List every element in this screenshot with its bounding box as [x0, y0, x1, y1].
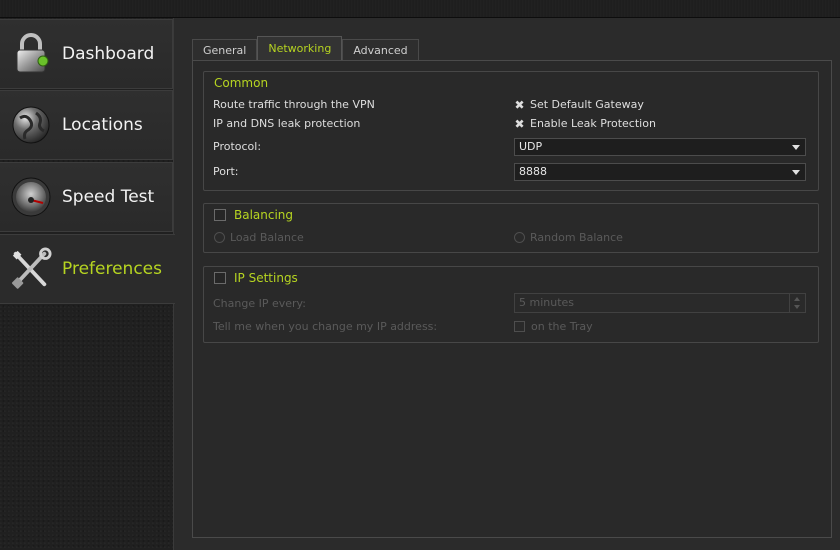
tab-general[interactable]: General	[192, 39, 258, 61]
sidebar-item-dashboard[interactable]: Dashboard	[0, 19, 173, 89]
balancing-title-label: Balancing	[234, 208, 294, 222]
leak-option-label: Enable Leak Protection	[530, 117, 656, 130]
ip-settings-title-label: IP Settings	[234, 271, 298, 285]
radio-icon	[214, 232, 225, 243]
protocol-select[interactable]: UDP	[514, 138, 806, 156]
chevron-down-icon	[792, 145, 800, 150]
spin-buttons[interactable]	[789, 294, 805, 312]
check-icon: ✖	[514, 97, 525, 112]
chevron-up-icon	[794, 297, 800, 301]
speedometer-icon	[10, 176, 52, 218]
change-ip-value: 5 minutes	[519, 296, 575, 309]
balancing-title: Balancing	[214, 208, 293, 222]
tab-advanced[interactable]: Advanced	[342, 39, 419, 61]
tray-option-label: on the Tray	[531, 320, 593, 333]
common-group: Common Route traffic through the VPN ✖ S…	[203, 71, 819, 191]
balancing-group: Balancing Load Balance Random Balance	[203, 203, 819, 253]
checkbox-icon	[514, 321, 525, 332]
tools-icon	[10, 247, 52, 290]
tab-bar: General Networking Advanced	[192, 36, 419, 61]
tell-me-label: Tell me when you change my IP address:	[213, 320, 438, 333]
port-select[interactable]: 8888	[514, 163, 806, 181]
radio-icon	[514, 232, 525, 243]
port-value: 8888	[519, 165, 547, 178]
change-ip-label: Change IP every:	[213, 297, 306, 310]
sidebar-item-preferences[interactable]: Preferences	[0, 234, 175, 304]
balancing-checkbox[interactable]	[214, 209, 226, 221]
lock-icon	[10, 33, 52, 75]
sidebar: Dashboard Locations Speed Test Preferenc…	[0, 18, 175, 550]
tab-networking[interactable]: Networking	[257, 36, 343, 60]
chevron-down-icon	[794, 305, 800, 309]
ip-settings-title: IP Settings	[214, 271, 298, 285]
common-title: Common	[214, 76, 269, 90]
random-balance-radio[interactable]: Random Balance	[514, 231, 623, 244]
load-balance-radio[interactable]: Load Balance	[214, 231, 304, 244]
gateway-option-label: Set Default Gateway	[530, 98, 644, 111]
ip-settings-group: IP Settings Change IP every: 5 minutes T…	[203, 266, 819, 343]
gateway-checkbox[interactable]: ✖ Set Default Gateway	[514, 97, 644, 112]
sidebar-item-label: Preferences	[62, 259, 162, 279]
change-ip-spinbox[interactable]: 5 minutes	[514, 293, 806, 313]
sidebar-item-label: Speed Test	[62, 187, 155, 207]
check-icon: ✖	[514, 116, 525, 131]
leak-label: IP and DNS leak protection	[213, 117, 361, 130]
route-label: Route traffic through the VPN	[213, 98, 375, 111]
tray-checkbox[interactable]: on the Tray	[514, 320, 593, 333]
ip-settings-checkbox[interactable]	[214, 272, 226, 284]
leak-checkbox[interactable]: ✖ Enable Leak Protection	[514, 116, 656, 131]
chevron-down-icon	[792, 170, 800, 175]
random-balance-label: Random Balance	[530, 231, 623, 244]
port-label: Port:	[213, 165, 239, 178]
sidebar-item-label: Dashboard	[62, 44, 155, 64]
load-balance-label: Load Balance	[230, 231, 304, 244]
sidebar-item-speed-test[interactable]: Speed Test	[0, 162, 173, 232]
globe-icon	[10, 104, 52, 146]
title-bar	[0, 0, 840, 18]
settings-panel: Common Route traffic through the VPN ✖ S…	[192, 60, 832, 538]
protocol-value: UDP	[519, 140, 543, 153]
sidebar-item-locations[interactable]: Locations	[0, 90, 173, 160]
sidebar-item-label: Locations	[62, 115, 143, 135]
protocol-label: Protocol:	[213, 140, 262, 153]
